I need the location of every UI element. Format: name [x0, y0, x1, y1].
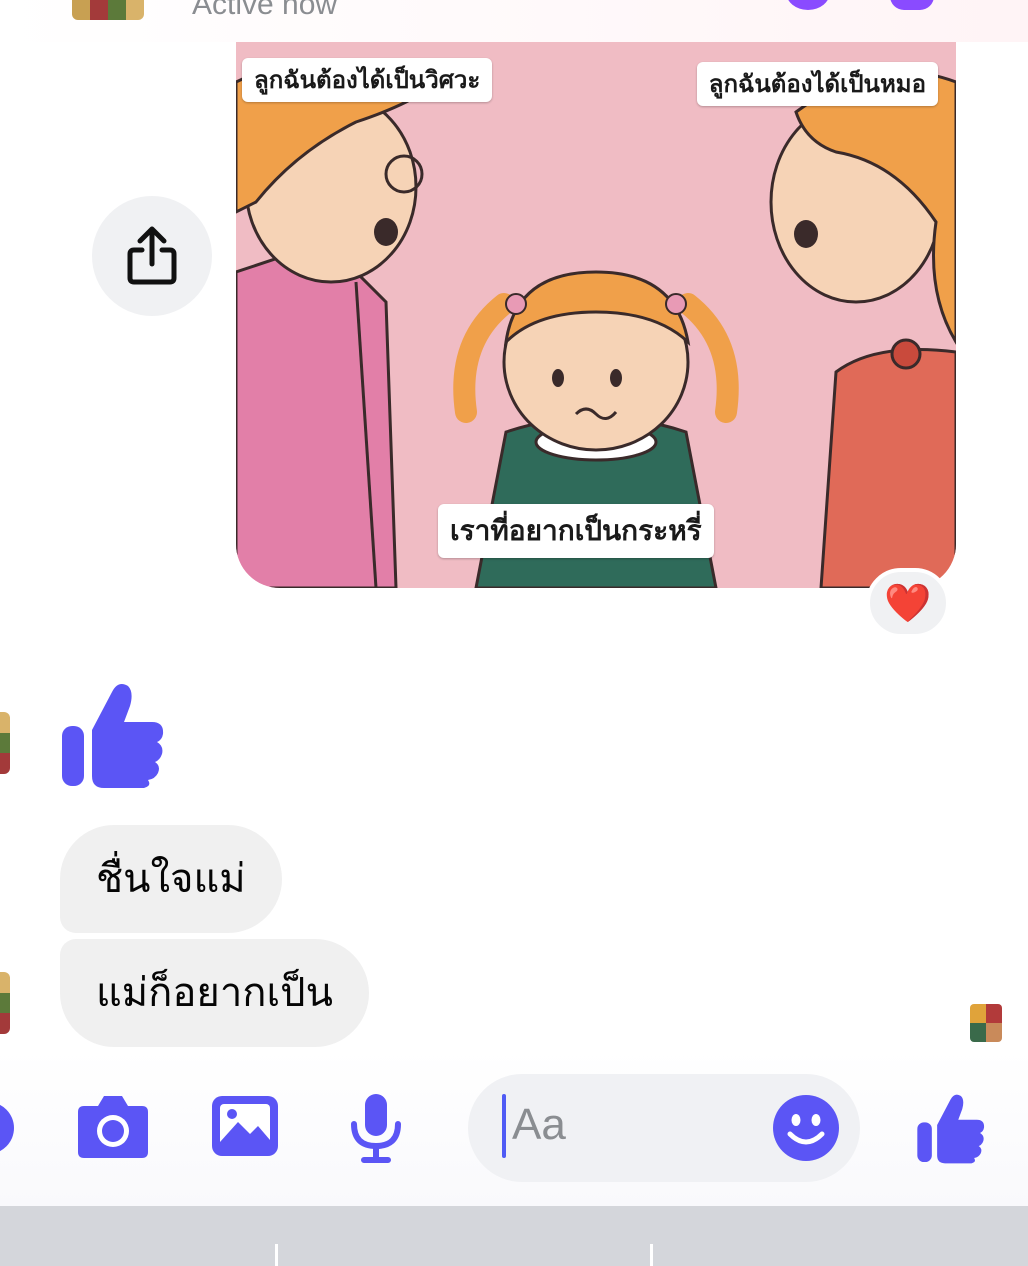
heart-icon: ❤️ [884, 581, 932, 625]
message-composer: Aa [0, 1050, 1028, 1206]
caption-right: ลูกฉันต้องได้เป็นหมอ [696, 62, 938, 106]
caption-left: ลูกฉันต้องได้เป็นวิศวะ [242, 58, 493, 102]
video-call-icon[interactable] [890, 0, 934, 10]
gallery-button[interactable] [210, 1094, 280, 1158]
thumbs-up-icon [62, 684, 164, 788]
contact-avatar[interactable] [72, 0, 144, 20]
like-sticker-message[interactable] [60, 678, 166, 792]
caption-bottom: เราที่อยากเป็นกระหรี่ [438, 504, 714, 558]
message-placeholder: Aa [512, 1100, 566, 1149]
more-icon [0, 1104, 14, 1152]
seen-receipt-avatar [970, 1004, 1002, 1042]
image-icon [212, 1096, 278, 1156]
audio-call-icon[interactable] [786, 0, 830, 10]
text-caret [502, 1094, 506, 1158]
more-button[interactable] [0, 1100, 16, 1156]
bottom-bar [0, 1206, 1028, 1266]
conversation-header: Active now [0, 0, 1028, 42]
camera-button[interactable] [76, 1094, 150, 1160]
active-status: Active now [192, 0, 338, 21]
message-bubble[interactable]: ชื่นใจแม่ [60, 825, 282, 933]
share-icon [127, 226, 177, 285]
message-bubble[interactable]: แม่ก็อยากเป็น [60, 939, 369, 1047]
share-button[interactable] [92, 196, 212, 316]
divider [275, 1244, 278, 1266]
like-icon [917, 1094, 985, 1164]
shared-comic-image[interactable]: ลูกฉันต้องได้เป็นวิศวะ ลูกฉันต้องได้เป็น… [236, 42, 956, 588]
sender-avatar[interactable] [0, 712, 10, 774]
heart-reaction[interactable]: ❤️ [866, 568, 950, 638]
voice-button[interactable] [348, 1092, 404, 1164]
divider [650, 1244, 653, 1266]
camera-icon [78, 1096, 148, 1158]
send-like-button[interactable] [916, 1090, 986, 1164]
message-input[interactable]: Aa [468, 1074, 860, 1182]
emoji-icon [773, 1095, 839, 1161]
emoji-button[interactable] [772, 1094, 840, 1162]
sender-avatar[interactable] [0, 972, 10, 1034]
microphone-icon [351, 1094, 401, 1163]
